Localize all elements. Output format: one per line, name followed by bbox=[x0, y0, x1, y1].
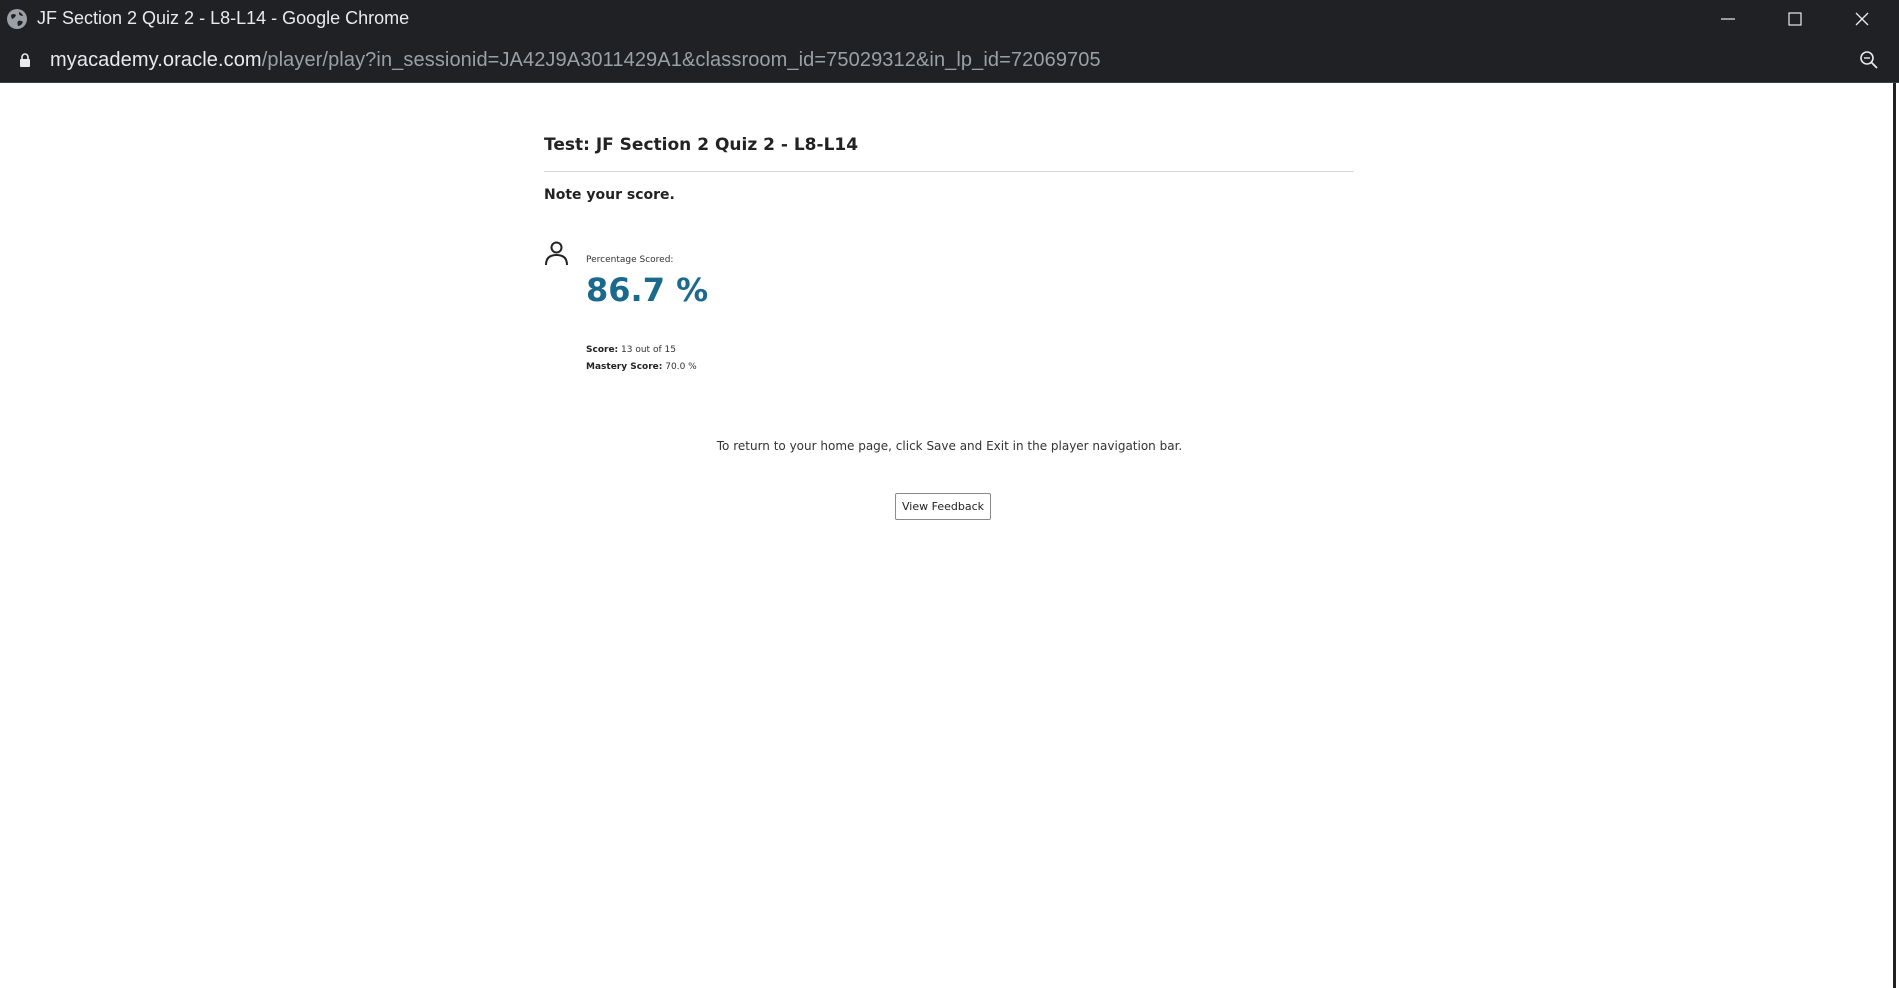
minimize-icon bbox=[1721, 18, 1735, 20]
minimize-button[interactable] bbox=[1695, 0, 1761, 38]
mastery-score-value: 70.0 % bbox=[665, 362, 697, 372]
globe-icon bbox=[7, 9, 27, 29]
close-icon bbox=[1855, 12, 1869, 26]
score-label: Score: bbox=[586, 345, 619, 355]
close-button[interactable] bbox=[1829, 0, 1895, 38]
title-divider bbox=[544, 171, 1354, 172]
url-host: myacademy.oracle.com bbox=[50, 49, 262, 71]
user-icon bbox=[545, 241, 568, 266]
page-title: Test: JF Section 2 Quiz 2 - L8-L14 bbox=[544, 135, 859, 155]
maximize-icon bbox=[1788, 12, 1802, 26]
url-path: /player/play?in_sessionid=JA42J9A3011429… bbox=[261, 49, 1101, 71]
window-titlebar: JF Section 2 Quiz 2 - L8-L14 - Google Ch… bbox=[0, 0, 1899, 38]
window-title: JF Section 2 Quiz 2 - L8-L14 - Google Ch… bbox=[37, 8, 410, 28]
address-bar[interactable]: myacademy.oracle.com/player/play?in_sess… bbox=[0, 38, 1899, 83]
return-instructions: To return to your home page, click Save … bbox=[716, 439, 1183, 453]
percentage-label: Percentage Scored: bbox=[586, 255, 674, 265]
maximize-button[interactable] bbox=[1762, 0, 1828, 38]
mastery-score-label: Mastery Score: bbox=[586, 362, 663, 372]
lock-icon[interactable] bbox=[19, 53, 31, 68]
view-feedback-button[interactable]: View Feedback bbox=[895, 493, 991, 520]
percentage-value: 86.7 % bbox=[586, 271, 709, 309]
page-content: Test: JF Section 2 Quiz 2 - L8-L14 Note … bbox=[0, 83, 1896, 988]
note-text: Note your score. bbox=[544, 187, 675, 203]
mastery-score-line: Mastery Score: 70.0 % bbox=[586, 362, 697, 372]
score-line: Score: 13 out of 15 bbox=[586, 345, 676, 355]
zoom-icon[interactable] bbox=[1859, 50, 1879, 70]
score-value: 13 out of 15 bbox=[621, 345, 676, 355]
url-text[interactable]: myacademy.oracle.com/player/play?in_sess… bbox=[50, 49, 1101, 72]
